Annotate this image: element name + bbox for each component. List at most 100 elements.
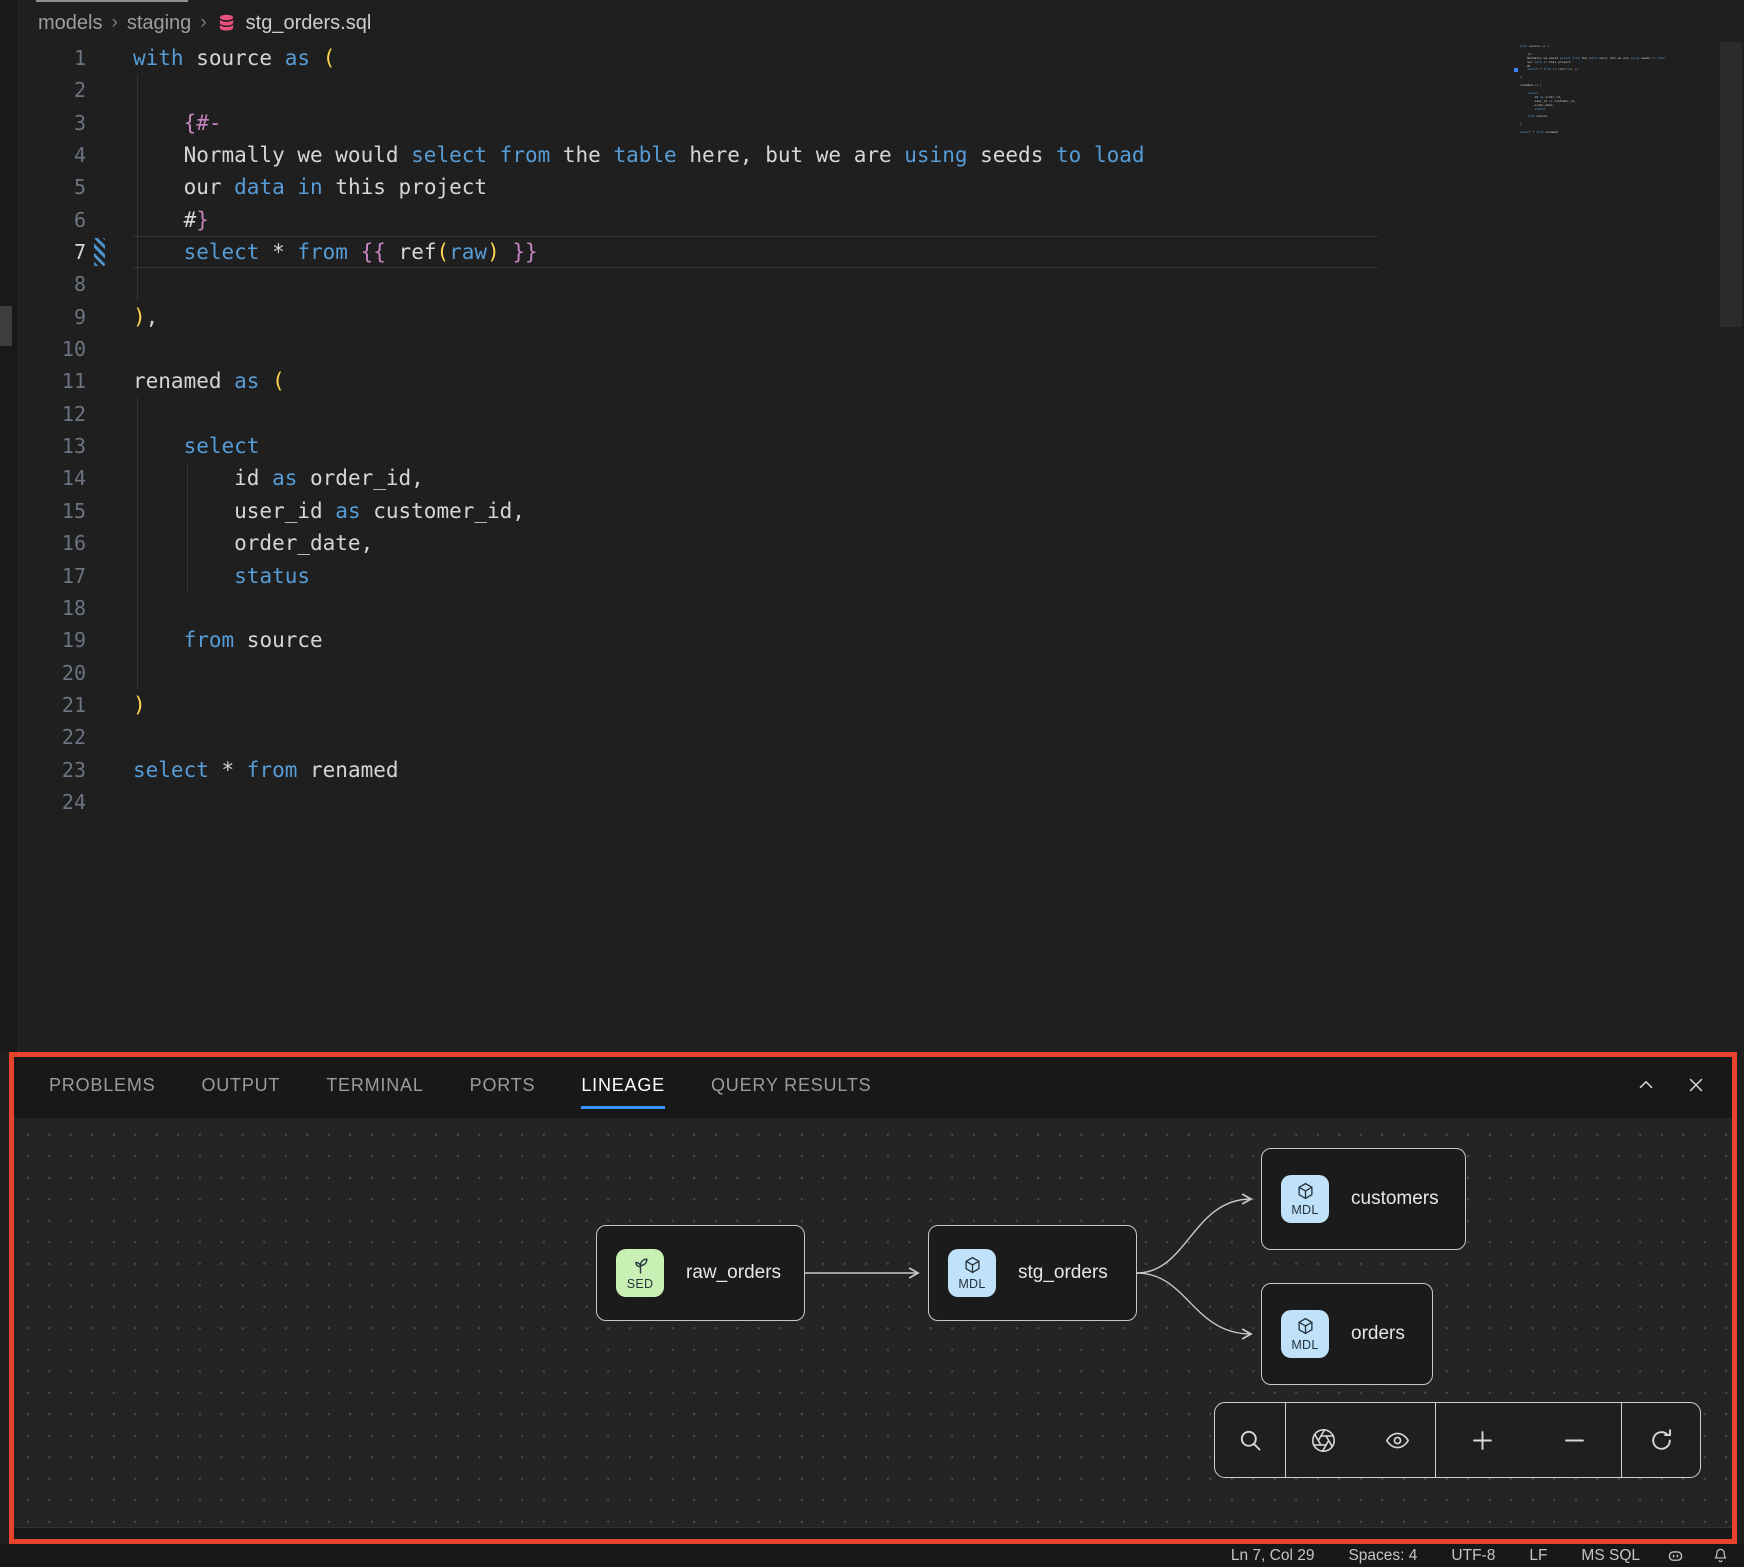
line-number: 15 bbox=[18, 495, 86, 527]
code-text: ) bbox=[133, 689, 146, 721]
tab-ports[interactable]: PORTS bbox=[470, 1075, 536, 1096]
preview-button[interactable] bbox=[1361, 1403, 1436, 1477]
line-number: 7 bbox=[18, 236, 86, 268]
code-text: with source as ( bbox=[133, 42, 335, 74]
lineage-node-customers[interactable]: MDLcustomers bbox=[1261, 1148, 1466, 1250]
refresh-button[interactable] bbox=[1622, 1403, 1700, 1477]
code-line-7[interactable]: 7 select * from {{ ref(raw) }} bbox=[18, 236, 1744, 268]
code-line-2[interactable]: 2 bbox=[18, 74, 1744, 106]
line-number: 6 bbox=[18, 204, 86, 236]
lineage-node-orders[interactable]: MDL orders bbox=[1261, 1283, 1433, 1385]
tab-output[interactable]: OUTPUT bbox=[201, 1075, 280, 1096]
status-bar: Ln 7, Col 29 Spaces: 4 UTF-8 LF MS SQL bbox=[0, 1544, 1744, 1567]
tab-problems[interactable]: PROBLEMS bbox=[49, 1075, 155, 1096]
close-panel-icon[interactable] bbox=[1685, 1074, 1707, 1096]
code-line-22[interactable]: 22 bbox=[18, 721, 1744, 753]
code-line-9[interactable]: 9), bbox=[18, 301, 1744, 333]
status-language-mode[interactable]: MS SQL bbox=[1581, 1547, 1640, 1565]
code-line-13[interactable]: 13 select bbox=[18, 430, 1744, 462]
code-line-6[interactable]: 6 #} bbox=[18, 204, 1744, 236]
code-line-21[interactable]: 21) bbox=[18, 689, 1744, 721]
node-badge-label: SED bbox=[627, 1277, 654, 1291]
code-line-1[interactable]: 1 with source as ( bbox=[18, 42, 1744, 74]
zoom-out-button[interactable] bbox=[1529, 1403, 1622, 1477]
line-number: 10 bbox=[18, 333, 86, 365]
lineage-node-raw_orders[interactable]: SED raw_orders bbox=[596, 1225, 805, 1321]
code-line-19[interactable]: 19 from source bbox=[18, 624, 1744, 656]
code-line-10[interactable]: 10 bbox=[18, 333, 1744, 365]
capture-button[interactable] bbox=[1286, 1403, 1361, 1477]
tab-query-results[interactable]: QUERY RESULTS bbox=[711, 1075, 871, 1096]
line-number: 5 bbox=[18, 171, 86, 203]
editor-tab-edge-fragment bbox=[36, 0, 188, 2]
code-line-4[interactable]: 4 Normally we would select from the tabl… bbox=[18, 139, 1744, 171]
node-badge: MDL bbox=[1281, 1310, 1329, 1358]
code-line-16[interactable]: 16 order_date, bbox=[18, 527, 1744, 559]
seedling-icon bbox=[630, 1255, 651, 1276]
code-text: #} bbox=[133, 204, 209, 236]
code-line-8[interactable]: 8 bbox=[18, 268, 1744, 300]
node-badge-label: MDL bbox=[958, 1277, 985, 1291]
code-text: ), bbox=[133, 301, 158, 333]
panel-bottom-strip bbox=[9, 1527, 1737, 1544]
database-file-icon bbox=[216, 13, 237, 34]
code-line-11[interactable]: 11renamed as ( bbox=[18, 365, 1744, 397]
notifications-bell-icon[interactable] bbox=[1711, 1546, 1730, 1565]
breadcrumb-separator: › bbox=[111, 12, 117, 34]
line-number: 9 bbox=[18, 301, 86, 333]
code-line-12[interactable]: 12 bbox=[18, 398, 1744, 430]
maximize-panel-chevron-icon[interactable] bbox=[1635, 1074, 1657, 1096]
lineage-canvas[interactable]: SED raw_orders MDL stg_orders MDLcustomers MD… bbox=[9, 1118, 1737, 1528]
left-scroll-indicator[interactable] bbox=[0, 306, 12, 346]
line-number: 3 bbox=[18, 107, 86, 139]
search-button[interactable] bbox=[1215, 1403, 1285, 1477]
copilot-icon[interactable] bbox=[1666, 1546, 1685, 1565]
code-text: order_date, bbox=[133, 527, 373, 559]
cube-icon bbox=[962, 1255, 983, 1276]
status-eol[interactable]: LF bbox=[1529, 1547, 1547, 1565]
breadcrumb-item-models[interactable]: models bbox=[38, 12, 102, 35]
code-line-15[interactable]: 15 user_id as customer_id, bbox=[18, 495, 1744, 527]
breadcrumb: models › staging › stg_orders.sql bbox=[38, 8, 371, 38]
lineage-node-stg_orders[interactable]: MDL stg_orders bbox=[928, 1225, 1137, 1321]
status-indentation[interactable]: Spaces: 4 bbox=[1348, 1547, 1417, 1565]
zoom-in-button[interactable] bbox=[1436, 1403, 1529, 1477]
cube-icon bbox=[1295, 1316, 1316, 1337]
breadcrumb-item-staging[interactable]: staging bbox=[127, 12, 192, 35]
code-editor[interactable]: 1 with source as (23 {#-4 Normally we wou… bbox=[18, 42, 1744, 842]
node-label: raw_orders bbox=[686, 1262, 781, 1284]
tab-lineage[interactable]: LINEAGE bbox=[581, 1075, 665, 1096]
edge-stg_orders-customers bbox=[1137, 1199, 1251, 1273]
code-line-14[interactable]: 14 id as order_id, bbox=[18, 462, 1744, 494]
line-number: 4 bbox=[18, 139, 86, 171]
line-number: 1 bbox=[18, 42, 86, 74]
node-label: orders bbox=[1351, 1323, 1405, 1345]
code-line-23[interactable]: 23select * from renamed bbox=[18, 754, 1744, 786]
code-line-24[interactable]: 24 bbox=[18, 786, 1744, 818]
node-label: stg_orders bbox=[1018, 1262, 1108, 1284]
tab-terminal[interactable]: TERMINAL bbox=[326, 1075, 423, 1096]
modified-line-indicator bbox=[94, 238, 105, 266]
code-text: status bbox=[133, 560, 310, 592]
code-text: select bbox=[133, 430, 259, 462]
code-line-3[interactable]: 3 {#- bbox=[18, 107, 1744, 139]
status-cursor-position[interactable]: Ln 7, Col 29 bbox=[1231, 1547, 1315, 1565]
line-number: 21 bbox=[18, 689, 86, 721]
code-line-20[interactable]: 20 bbox=[18, 657, 1744, 689]
code-line-17[interactable]: 17 status bbox=[18, 560, 1744, 592]
code-text: select * from renamed bbox=[133, 754, 399, 786]
panel-tab-bar: PROBLEMS OUTPUT TERMINAL PORTS LINEAGE QUERY … bbox=[9, 1052, 1737, 1118]
line-number: 11 bbox=[18, 365, 86, 397]
breadcrumb-file-name[interactable]: stg_orders.sql bbox=[246, 12, 372, 35]
line-number: 22 bbox=[18, 721, 86, 753]
line-number: 14 bbox=[18, 462, 86, 494]
minimap[interactable]: with source as ( {#- Normally we would s… bbox=[1520, 45, 1720, 139]
code-text: from source bbox=[133, 624, 323, 656]
code-line-18[interactable]: 18 bbox=[18, 592, 1744, 624]
breadcrumb-separator: › bbox=[200, 12, 206, 34]
code-line-5[interactable]: 5 our data in this project bbox=[18, 171, 1744, 203]
editor-scrollbar[interactable] bbox=[1720, 42, 1742, 327]
line-number: 16 bbox=[18, 527, 86, 559]
lineage-toolbar bbox=[1214, 1402, 1701, 1478]
status-encoding[interactable]: UTF-8 bbox=[1451, 1547, 1495, 1565]
